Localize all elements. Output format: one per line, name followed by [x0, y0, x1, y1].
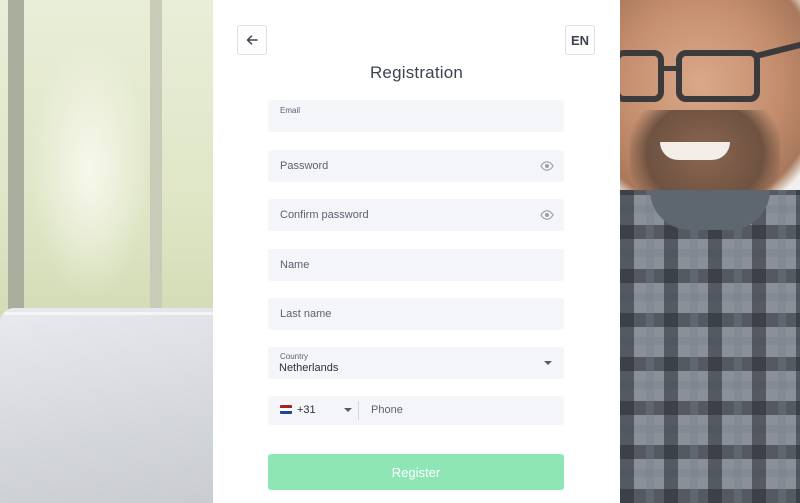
- netherlands-flag-icon: [280, 405, 292, 414]
- phone-field: +31 Phone: [268, 396, 564, 425]
- registration-card: EN Registration Email Password Confirm p…: [213, 0, 620, 503]
- email-label: Email: [280, 106, 301, 115]
- register-button[interactable]: Register: [268, 454, 564, 490]
- confirm-password-field[interactable]: Confirm password: [268, 199, 564, 231]
- background-photo-right: [620, 0, 800, 503]
- chevron-down-icon: [544, 361, 552, 365]
- country-select[interactable]: Country Netherlands: [268, 347, 564, 379]
- country-label: Country: [280, 352, 309, 361]
- last-name-placeholder: Last name: [280, 308, 332, 320]
- eye-icon[interactable]: [540, 208, 554, 222]
- arrow-left-icon: [246, 35, 258, 45]
- country-value: Netherlands: [279, 362, 339, 374]
- password-field[interactable]: Password: [268, 150, 564, 182]
- chevron-down-icon: [344, 408, 352, 412]
- back-button[interactable]: [237, 25, 267, 55]
- email-field[interactable]: Email: [268, 100, 564, 132]
- laptop-image: [0, 308, 213, 503]
- background-photo-left: [0, 0, 213, 503]
- phone-input[interactable]: Phone: [371, 404, 403, 416]
- name-field[interactable]: Name: [268, 249, 564, 281]
- language-selector[interactable]: EN: [565, 25, 595, 55]
- password-placeholder: Password: [280, 160, 329, 172]
- last-name-field[interactable]: Last name: [268, 298, 564, 330]
- divider: [358, 401, 359, 420]
- phone-country-code: +31: [297, 404, 316, 416]
- eye-icon[interactable]: [540, 159, 554, 173]
- page-title: Registration: [369, 63, 464, 82]
- name-placeholder: Name: [280, 259, 310, 271]
- confirm-password-placeholder: Confirm password: [280, 209, 369, 221]
- phone-country-code-select[interactable]: +31: [268, 396, 358, 425]
